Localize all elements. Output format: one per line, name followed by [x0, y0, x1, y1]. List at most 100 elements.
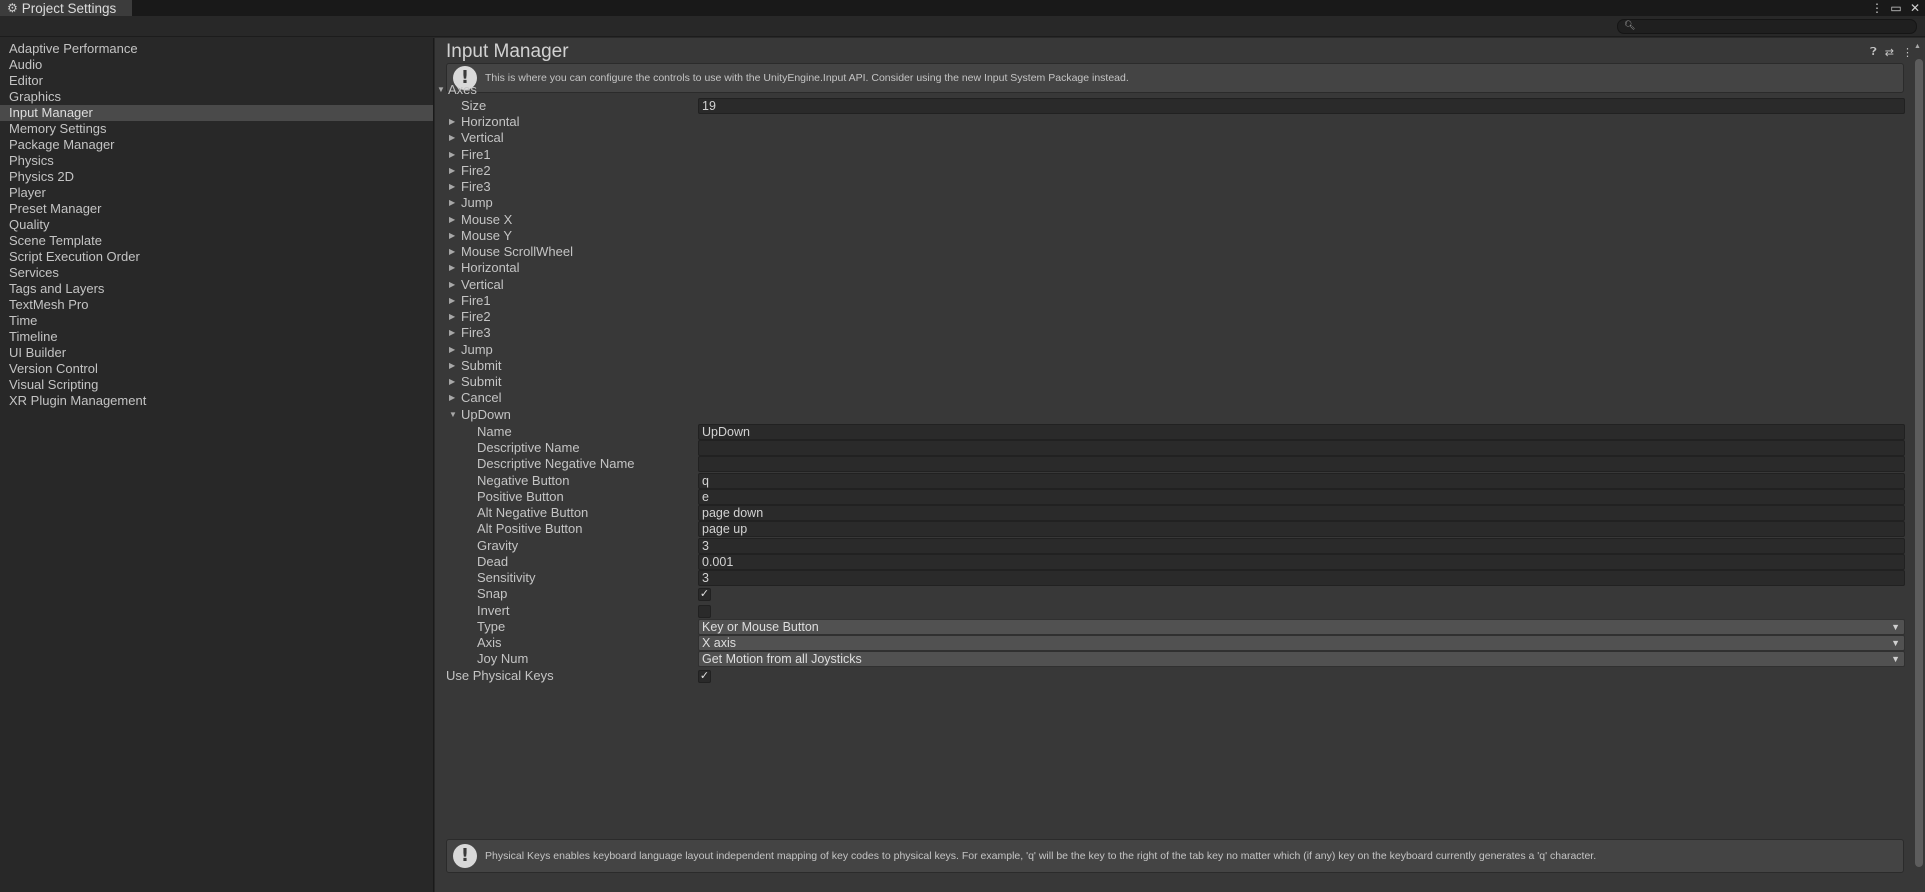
sidebar-item-input-manager[interactable]: Input Manager	[0, 105, 433, 121]
axis-label: Submit	[461, 374, 502, 389]
axis-label: Mouse Y	[461, 227, 513, 243]
scrollbar-thumb[interactable]	[1915, 59, 1923, 867]
tab-title: Project Settings	[21, 0, 117, 16]
descriptive-name-label: Descriptive Name	[477, 440, 580, 455]
type-value: Key or Mouse Button	[702, 620, 819, 634]
axis-dropdown[interactable]: X axis ▼	[698, 635, 1905, 651]
sidebar-item-ui-builder[interactable]: UI Builder	[0, 345, 433, 361]
axis-label: Fire1	[461, 292, 491, 308]
alt-positive-button-row: Alt Positive Button page up	[435, 521, 1905, 537]
chevron-right-icon: ▶	[449, 393, 456, 403]
sidebar-item-timeline[interactable]: Timeline	[0, 329, 433, 345]
axis-item[interactable]: ▶ Fire1	[435, 147, 1905, 163]
snap-checkbox[interactable]: ✓	[698, 588, 711, 601]
positive-button-field[interactable]: e	[698, 489, 1905, 505]
axis-item[interactable]: ▶ Mouse X	[435, 212, 1905, 228]
sidebar-item-physics[interactable]: Physics	[0, 153, 433, 169]
alt-negative-button-field[interactable]: page down	[698, 505, 1905, 521]
invert-label: Invert	[477, 603, 510, 618]
type-dropdown[interactable]: Key or Mouse Button ▼	[698, 619, 1905, 635]
alt-positive-button-field[interactable]: page up	[698, 521, 1905, 537]
sidebar-item-version-control[interactable]: Version Control	[0, 361, 433, 377]
negative-button-field[interactable]: q	[698, 473, 1905, 489]
chevron-right-icon: ▶	[449, 247, 456, 256]
alt-negative-button-row: Alt Negative Button page down	[435, 505, 1905, 521]
sidebar-item-physics-2d[interactable]: Physics 2D	[0, 169, 433, 185]
axis-item[interactable]: ▶ Submit	[435, 374, 1905, 390]
joy-num-dropdown[interactable]: Get Motion from all Joysticks ▼	[698, 651, 1905, 667]
alt-positive-button-label: Alt Positive Button	[477, 521, 583, 536]
sidebar-item-adaptive-performance[interactable]: Adaptive Performance	[0, 41, 433, 57]
axis-item[interactable]: ▶ Fire2	[435, 163, 1905, 179]
sidebar-item-time[interactable]: Time	[0, 313, 433, 329]
axis-item[interactable]: ▶ Jump	[435, 342, 1905, 358]
vertical-scrollbar[interactable]: ▲	[1914, 43, 1923, 873]
help-icon[interactable]: ❓︎	[1870, 46, 1877, 59]
use-physical-keys-checkbox[interactable]: ✓	[698, 670, 711, 683]
axis-label: Jump	[461, 195, 493, 211]
axis-item[interactable]: ▶ Vertical	[435, 277, 1905, 293]
search-input[interactable]	[1636, 20, 1912, 33]
sidebar-item-player[interactable]: Player	[0, 185, 433, 201]
size-field[interactable]: 19	[698, 98, 1905, 114]
axis-label: Submit	[461, 357, 502, 373]
gear-icon: ⚙	[7, 1, 18, 15]
descriptive-negative-name-field[interactable]	[698, 456, 1905, 472]
sidebar-item-audio[interactable]: Audio	[0, 57, 433, 73]
chevron-right-icon: ▶	[449, 279, 456, 289]
sidebar-item-editor[interactable]: Editor	[0, 73, 433, 89]
axis-item[interactable]: ▶ Jump	[435, 195, 1905, 211]
descriptive-name-field[interactable]	[698, 440, 1905, 456]
scroll-up-icon[interactable]: ▲	[1914, 43, 1921, 50]
axis-item-updown[interactable]: ▼ UpDown	[435, 407, 1905, 423]
chevron-right-icon: ▶	[449, 263, 456, 273]
more-options-icon[interactable]: ⋮	[1871, 1, 1883, 15]
sidebar-item-memory-settings[interactable]: Memory Settings	[0, 121, 433, 137]
axis-item[interactable]: ▶ Fire1	[435, 293, 1905, 309]
sidebar-item-package-manager[interactable]: Package Manager	[0, 137, 433, 153]
more-icon[interactable]: ⋮	[1902, 46, 1913, 59]
axis-item[interactable]: ▶ Horizontal	[435, 260, 1905, 276]
sensitivity-label: Sensitivity	[477, 570, 536, 585]
axis-item[interactable]: ▶ Mouse ScrollWheel	[435, 244, 1905, 260]
sidebar-item-script-execution-order[interactable]: Script Execution Order	[0, 249, 433, 265]
size-row: Size 19	[435, 98, 1905, 114]
sidebar-item-tags-and-layers[interactable]: Tags and Layers	[0, 281, 433, 297]
sidebar-item-xr-plugin-management[interactable]: XR Plugin Management	[0, 393, 433, 409]
window-controls: ⋮ ▭ ✕	[1871, 0, 1921, 16]
sidebar-item-preset-manager[interactable]: Preset Manager	[0, 201, 433, 217]
sidebar-item-quality[interactable]: Quality	[0, 217, 433, 233]
axis-item[interactable]: ▶ Fire3	[435, 179, 1905, 195]
axis-item[interactable]: ▶ Submit	[435, 358, 1905, 374]
toolbar: 🔍︎	[0, 16, 1925, 37]
sidebar-item-scene-template[interactable]: Scene Template	[0, 233, 433, 249]
type-label: Type	[477, 619, 506, 634]
dead-field[interactable]: 0.001	[698, 554, 1905, 570]
physical-keys-helpbox: ! Physical Keys enables keyboard languag…	[446, 839, 1904, 873]
sensitivity-field[interactable]: 3	[698, 570, 1905, 586]
name-field[interactable]: UpDown	[698, 424, 1905, 440]
invert-checkbox[interactable]	[698, 605, 711, 618]
close-icon[interactable]: ✕	[1909, 1, 1921, 15]
axis-item[interactable]: ▶ Mouse Y	[435, 228, 1905, 244]
axes-foldout[interactable]: ▼ Axes	[435, 82, 1905, 98]
axis-item[interactable]: ▶ Fire3	[435, 325, 1905, 341]
sidebar-item-visual-scripting[interactable]: Visual Scripting	[0, 377, 433, 393]
sidebar-item-graphics[interactable]: Graphics	[0, 89, 433, 105]
preset-icon[interactable]: ⇄	[1885, 46, 1894, 59]
axis-item[interactable]: ▶ Cancel	[435, 390, 1905, 406]
sidebar-item-services[interactable]: Services	[0, 265, 433, 281]
axis-label: Fire1	[461, 146, 491, 162]
axis-item[interactable]: ▶ Fire2	[435, 309, 1905, 325]
axis-item[interactable]: ▶ Vertical	[435, 130, 1905, 146]
type-row: Type Key or Mouse Button ▼	[435, 619, 1905, 635]
gravity-field[interactable]: 3	[698, 538, 1905, 554]
axis-item[interactable]: ▶ Horizontal	[435, 114, 1905, 130]
maximize-icon[interactable]: ▭	[1890, 1, 1902, 15]
project-settings-tab[interactable]: ⚙ Project Settings	[0, 0, 132, 16]
snap-row: Snap ✓	[435, 586, 1905, 602]
search-box[interactable]: 🔍︎	[1617, 19, 1917, 34]
sidebar-item-textmesh-pro[interactable]: TextMesh Pro	[0, 297, 433, 313]
size-label: Size	[461, 98, 487, 113]
joy-num-row: Joy Num Get Motion from all Joysticks ▼	[435, 651, 1905, 667]
